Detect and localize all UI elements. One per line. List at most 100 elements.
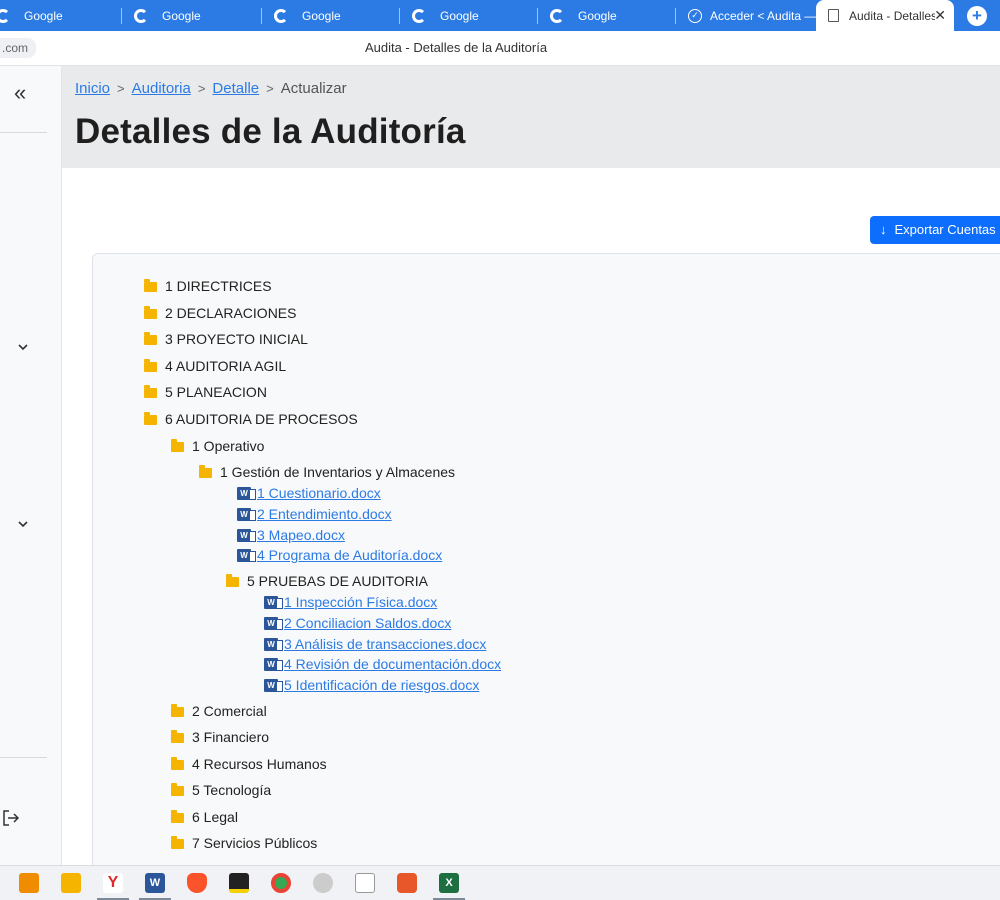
file-link[interactable]: 3 Mapeo.docx [257, 527, 345, 543]
tree-label: 3 Financiero [192, 729, 270, 745]
export-accounts-button[interactable]: ↓ Exportar Cuentas [870, 216, 1000, 244]
file-link[interactable]: 4 Programa de Auditoría.docx [257, 547, 442, 563]
folder-icon [144, 279, 157, 292]
tree-folder[interactable]: 1 Gestión de Inventarios y Almacenes [199, 462, 455, 482]
tree-label: 4 Recursos Humanos [192, 756, 327, 772]
tree-file: W 2 Conciliacion Saldos.docx [264, 613, 451, 633]
page-title: Detalles de la Auditoría [75, 112, 466, 151]
folder-icon [144, 412, 157, 425]
tree-folder[interactable]: 6 AUDITORIA DE PROCESOS [144, 409, 358, 429]
settings-app-icon[interactable] [313, 873, 333, 893]
word-app-icon[interactable]: W [139, 873, 171, 900]
file-link[interactable]: 5 Identificación de riesgos.docx [284, 677, 479, 693]
file-explorer-icon[interactable] [61, 873, 81, 893]
excel-app-icon[interactable]: X [433, 873, 465, 900]
brave-browser-icon[interactable] [187, 873, 207, 893]
word-document-icon: W [237, 486, 256, 500]
breadcrumb-separator: > [197, 81, 206, 96]
google-icon [0, 8, 10, 23]
logout-icon[interactable] [1, 808, 21, 828]
document-tree-card: 1 DIRECTRICES 2 DECLARACIONES 3 PROYECTO… [92, 253, 1000, 883]
double-chevron-left-icon[interactable]: « [14, 82, 26, 104]
lightbulb-app-icon[interactable] [19, 873, 39, 893]
tree-label: 6 Legal [192, 809, 238, 825]
file-link[interactable]: 2 Conciliacion Saldos.docx [284, 615, 451, 631]
breadcrumb-link-auditoria[interactable]: Auditoria [132, 80, 191, 97]
folder-icon [144, 306, 157, 319]
burst-app-icon[interactable] [397, 873, 417, 893]
window-title: Audita - Detalles de la Auditoría [364, 40, 548, 55]
tree-label: 5 PRUEBAS DE AUDITORIA [247, 573, 429, 589]
breadcrumb-link-detalle[interactable]: Detalle [212, 80, 259, 97]
folder-icon [171, 810, 184, 823]
word-document-icon: W [264, 637, 283, 651]
tree-label: 4 AUDITORIA AGIL [165, 358, 287, 374]
tab-label: Google [24, 8, 63, 23]
tab-label: Google [578, 8, 617, 23]
word-document-icon: W [237, 507, 256, 521]
tab-label: Google [440, 8, 479, 23]
file-link[interactable]: 4 Revisión de documentación.docx [284, 656, 501, 672]
chevron-down-icon[interactable] [17, 341, 29, 353]
tree-folder[interactable]: 5 PRUEBAS DE AUDITORIA [226, 571, 428, 591]
sidebar: « [0, 66, 62, 866]
browser-tab[interactable]: Google [0, 0, 122, 31]
tree-folder[interactable]: 6 Legal [171, 807, 238, 827]
page-header: Inicio > Auditoria > Detalle > Actualizar Deta… [62, 66, 1000, 168]
breadcrumb-separator: > [117, 81, 125, 96]
close-tab-icon[interactable]: ✕ [934, 7, 946, 24]
folder-icon [171, 757, 184, 770]
tab-label: Google [302, 8, 341, 23]
browser-tab[interactable]: Google [538, 0, 676, 31]
browser-tab[interactable]: Google [400, 0, 538, 31]
browser-tab-active[interactable]: Audita - Detalles ✕ [816, 0, 954, 31]
tree-file: W 2 Entendimiento.docx [237, 504, 392, 524]
tab-label: Google [162, 8, 201, 23]
browser-tab-strip: Google Google Google Google Google ✓ Acc… [0, 0, 1000, 31]
tree-folder[interactable]: 4 AUDITORIA AGIL [144, 356, 286, 376]
address-bar: .com Audita - Detalles de la Auditoría [0, 31, 1000, 66]
browser-tab[interactable]: Google [262, 0, 400, 31]
tree-file: W 1 Inspección Física.docx [264, 592, 437, 612]
tree-folder[interactable]: 4 Recursos Humanos [171, 754, 327, 774]
breadcrumb-link-inicio[interactable]: Inicio [75, 80, 110, 97]
tree-folder[interactable]: 5 Tecnología [171, 780, 271, 800]
tree-folder[interactable]: 3 PROYECTO INICIAL [144, 329, 308, 349]
file-link[interactable]: 1 Cuestionario.docx [257, 485, 381, 501]
browser-tab[interactable]: ✓ Acceder < Audita — [676, 0, 816, 31]
word-document-icon: W [237, 528, 256, 542]
sidebar-divider [0, 132, 47, 133]
chrome-icon[interactable] [271, 873, 291, 893]
tree-file: W 3 Análisis de transacciones.docx [264, 634, 486, 654]
tree-folder[interactable]: 7 Servicios Públicos [171, 833, 317, 853]
file-link[interactable]: 2 Entendimiento.docx [257, 506, 392, 522]
google-icon [134, 8, 148, 23]
browser-tab[interactable]: Google [122, 0, 262, 31]
file-link[interactable]: 3 Análisis de transacciones.docx [284, 636, 486, 652]
sticky-notes-icon[interactable] [229, 873, 249, 893]
tree-folder[interactable]: 1 Operativo [171, 436, 264, 456]
folder-icon [226, 574, 239, 587]
sidebar-divider [0, 757, 47, 758]
tree-file: W 4 Programa de Auditoría.docx [237, 545, 442, 565]
new-tab-button[interactable]: + [967, 6, 987, 26]
tree-label: 6 AUDITORIA DE PROCESOS [165, 411, 358, 427]
word-document-icon: W [237, 548, 256, 562]
folder-icon [144, 332, 157, 345]
folder-icon [171, 439, 184, 452]
blank-file-icon[interactable] [355, 873, 375, 893]
folder-icon [171, 704, 184, 717]
tree-folder[interactable]: 1 DIRECTRICES [144, 276, 272, 296]
chevron-down-icon[interactable] [17, 518, 29, 530]
tree-file: W 4 Revisión de documentación.docx [264, 654, 501, 674]
tree-folder[interactable]: 3 Financiero [171, 727, 269, 747]
tree-label: 3 PROYECTO INICIAL [165, 331, 308, 347]
checkmark-icon: ✓ [688, 8, 702, 23]
tree-folder[interactable]: 2 Comercial [171, 701, 267, 721]
yandex-browser-icon[interactable]: Y [97, 873, 129, 900]
tree-folder[interactable]: 5 PLANEACION [144, 382, 267, 402]
file-link[interactable]: 1 Inspección Física.docx [284, 594, 437, 610]
folder-icon [144, 359, 157, 372]
tree-folder[interactable]: 2 DECLARACIONES [144, 303, 296, 323]
word-document-icon: W [264, 657, 283, 671]
